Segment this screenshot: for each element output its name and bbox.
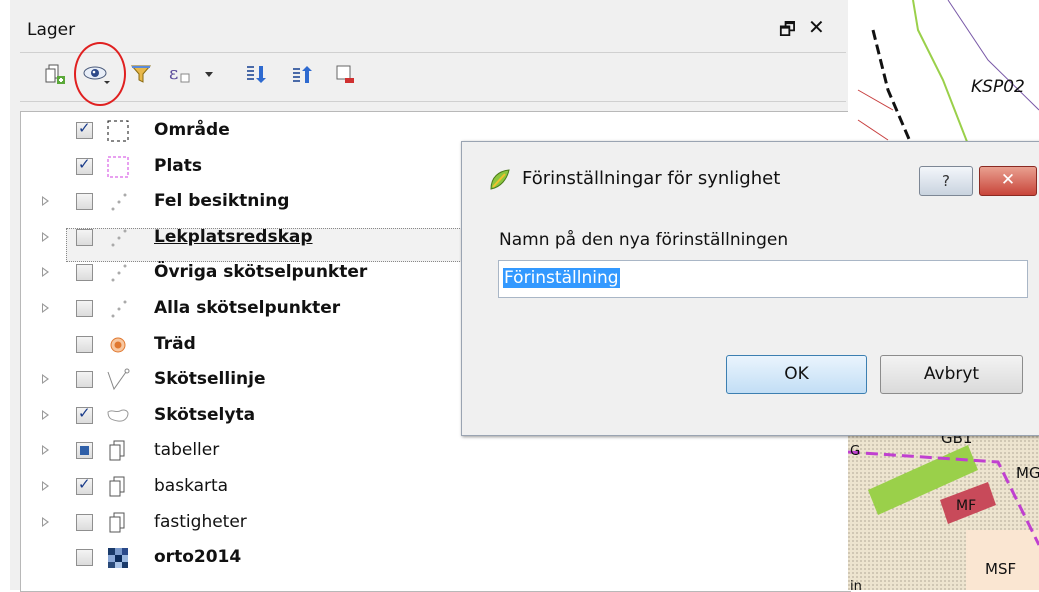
qgis-logo-icon	[487, 167, 513, 193]
map-label-mg: MG	[1016, 464, 1039, 482]
remove-layer-icon[interactable]	[330, 59, 360, 89]
map-label-g: G	[850, 444, 860, 459]
points-icon	[106, 261, 130, 285]
layer-visibility-checkbox[interactable]	[76, 119, 93, 139]
layer-visibility-checkbox[interactable]	[76, 335, 93, 353]
cancel-button[interactable]: Avbryt	[880, 355, 1023, 394]
layer-name: Område	[154, 120, 230, 140]
layer-visibility-checkbox[interactable]	[76, 371, 93, 389]
expand-all-icon[interactable]	[240, 59, 270, 89]
layer-visibility-checkbox[interactable]	[76, 300, 93, 317]
layer-name: Lekplatsredskap	[154, 226, 313, 247]
expand-arrow-icon[interactable]	[42, 409, 49, 420]
layer-visibility-checkbox[interactable]	[76, 404, 93, 424]
layer-visibility-checkbox[interactable]	[76, 442, 93, 460]
raster-icon	[106, 546, 130, 570]
preset-name-value: Förinställning	[503, 268, 620, 288]
map-label-ksp02: KSP02	[971, 77, 1025, 97]
layer-name: Fel besiktning	[154, 191, 290, 212]
map-label-in: in	[850, 579, 862, 590]
map-label-mf: MF	[956, 498, 976, 514]
collapse-all-icon[interactable]	[286, 59, 316, 89]
help-button[interactable]: ?	[919, 166, 973, 196]
svg-text:ε: ε	[169, 63, 178, 84]
layer-visibility-checkbox[interactable]	[76, 155, 93, 175]
layer-name: orto2014	[154, 547, 242, 568]
layer-name: Skötselyta	[154, 404, 256, 425]
layer-row[interactable]: tabeller	[20, 435, 850, 469]
layer-visibility-checkbox[interactable]	[76, 513, 93, 531]
panel-titlebar[interactable]	[18, 15, 844, 49]
annotation-circle	[74, 42, 126, 106]
layer-row[interactable]: fastigheter	[20, 507, 850, 541]
polygon-icon	[106, 404, 130, 428]
group-icon	[106, 511, 130, 535]
expand-arrow-icon[interactable]	[42, 481, 49, 491]
group-icon	[106, 475, 130, 499]
layer-name: Alla skötselpunkter	[154, 298, 341, 318]
expand-arrow-icon[interactable]	[42, 231, 49, 242]
layer-name: Övriga skötselpunkter	[154, 262, 368, 283]
ok-button[interactable]: OK	[726, 355, 867, 394]
layer-name: Skötsellinje	[154, 369, 266, 390]
dialog-close-button[interactable]: ✕	[979, 166, 1037, 196]
layer-name: tabeller	[154, 440, 220, 461]
group-icon	[106, 439, 130, 463]
layer-name: fastigheter	[154, 511, 247, 532]
preset-name-input[interactable]: Förinställning	[498, 260, 1028, 298]
layer-row[interactable]: baskarta	[20, 471, 850, 505]
layer-visibility-checkbox[interactable]	[76, 475, 93, 495]
dashed-magenta-square-icon	[106, 155, 130, 179]
visibility-preset-dialog: Förinställningar för synlighet ? ✕ Namn …	[461, 141, 1039, 436]
expand-arrow-icon[interactable]	[42, 267, 49, 278]
expand-arrow-icon[interactable]	[42, 303, 49, 313]
layer-visibility-checkbox[interactable]	[76, 228, 93, 246]
layer-name: Plats	[154, 155, 203, 176]
points-icon	[106, 190, 130, 214]
expand-arrow-icon[interactable]	[42, 196, 49, 207]
filter-expression-icon[interactable]: ε	[166, 59, 220, 89]
dashed-black-square-icon	[106, 119, 130, 143]
orange-circle-icon	[106, 333, 130, 357]
points-icon	[106, 226, 130, 250]
map-label-msf: MSF	[985, 560, 1016, 578]
filter-icon[interactable]	[126, 59, 156, 89]
line-icon	[106, 368, 130, 392]
close-icon[interactable]: ✕	[808, 15, 825, 39]
points-icon	[106, 297, 130, 321]
layer-name: baskarta	[154, 476, 229, 496]
panel-left-margin	[0, 0, 10, 590]
layer-name: Träd	[154, 333, 196, 354]
add-group-icon[interactable]	[40, 59, 70, 89]
panel-title: Lager	[27, 20, 76, 40]
expand-arrow-icon[interactable]	[42, 445, 49, 456]
restore-window-icon[interactable]: 🗗	[779, 17, 796, 47]
layer-visibility-checkbox[interactable]	[76, 549, 93, 567]
layer-visibility-checkbox[interactable]	[76, 193, 93, 211]
expand-arrow-icon[interactable]	[42, 516, 49, 527]
preset-name-label: Namn på den nya förinställningen	[499, 230, 789, 250]
dialog-title: Förinställningar för synlighet	[522, 168, 781, 189]
expand-arrow-icon[interactable]	[42, 374, 49, 385]
layer-visibility-checkbox[interactable]	[76, 264, 93, 282]
layer-row[interactable]: orto2014	[20, 542, 850, 576]
